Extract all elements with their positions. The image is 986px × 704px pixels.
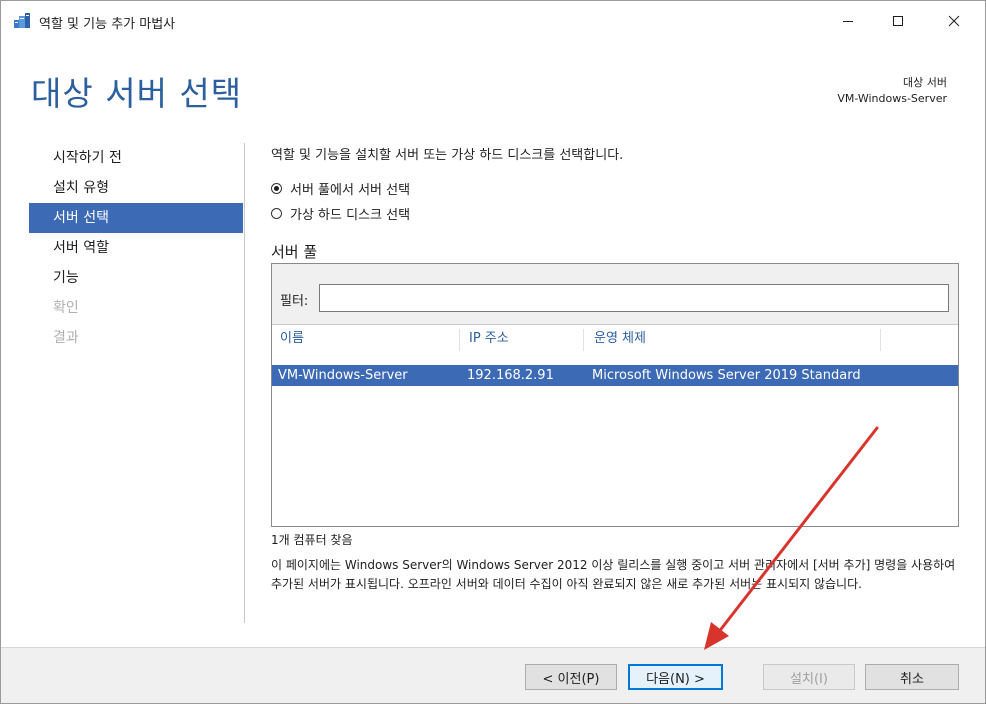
column-separator[interactable] [583,329,584,351]
next-button[interactable]: 다음(N) > [628,664,723,690]
computers-found-count: 1개 컴퓨터 찾음 [271,533,353,547]
radio-server-pool[interactable]: 서버 풀에서 서버 선택 [271,179,410,198]
title-bar: 역할 및 기능 추가 마법사 [1,1,985,41]
nav-item-confirmation: 확인 [53,300,79,316]
table-row[interactable]: VM-Windows-Server 192.168.2.91 Microsoft… [272,365,958,386]
radio-button-unchecked[interactable] [271,208,282,219]
column-header: 이름 IP 주소 운영 체제 [272,325,958,353]
filter-bar: 필터: [272,264,958,325]
maximize-icon [893,16,903,26]
cell-server-name: VM-Windows-Server [278,368,408,383]
maximize-button[interactable] [875,1,921,41]
nav-item-results: 결과 [53,330,79,346]
column-separator[interactable] [459,329,460,351]
cell-operating-system: Microsoft Windows Server 2019 Standard [592,368,861,383]
previous-button[interactable]: < 이전(P) [525,664,617,690]
button-bar: < 이전(P) 다음(N) > 설치(I) 취소 [1,647,985,703]
nav-item-server-roles[interactable]: 서버 역할 [29,233,243,263]
nav-item-features[interactable]: 기능 [29,263,243,293]
column-header-os[interactable]: 운영 체제 [586,325,646,353]
cell-ip-address: 192.168.2.91 [467,368,554,383]
nav-item-installation-type[interactable]: 설치 유형 [29,173,243,203]
radio-virtual-hard-disk[interactable]: 가상 하드 디스크 선택 [271,204,410,223]
column-separator[interactable] [880,329,881,351]
close-icon [948,15,960,27]
filter-label: 필터: [280,294,309,309]
minimize-icon [843,21,853,22]
server-manager-icon [13,12,31,29]
radio-vhd-label: 가상 하드 디스크 선택 [290,208,411,223]
install-button: 설치(I) [763,664,855,690]
server-pool-title: 서버 풀 [271,243,318,261]
page-title: 대상 서버 선택 [31,74,243,113]
cancel-button[interactable]: 취소 [865,664,959,690]
wizard-window: 역할 및 기능 추가 마법사 대상 서버 선택 대상 서버 VM-Windows… [0,0,986,704]
filter-input[interactable] [319,284,949,312]
page-description: 역할 및 기능을 설치할 서버 또는 가상 하드 디스크를 선택합니다. [271,148,624,163]
column-header-ip[interactable]: IP 주소 [461,325,509,353]
radio-button-checked[interactable] [271,183,282,194]
window-title: 역할 및 기능 추가 마법사 [39,17,176,32]
minimize-button[interactable] [825,1,871,41]
nav-item-before-you-begin[interactable]: 시작하기 전 [29,143,243,173]
destination-server-label: 대상 서버 [903,76,947,89]
nav-divider [244,143,245,623]
destination-server-value: VM-Windows-Server [837,92,947,105]
close-button[interactable] [931,1,977,41]
column-header-name[interactable]: 이름 [272,325,304,353]
server-pool-panel: 필터: 이름 IP 주소 운영 체제 VM-Windows-Server 192… [271,263,959,527]
nav-item-server-selection[interactable]: 서버 선택 [29,203,243,233]
wizard-nav: 시작하기 전 설치 유형 서버 선택 서버 역할 기능 확인 결과 [29,143,243,353]
radio-server-pool-label: 서버 풀에서 서버 선택 [290,183,411,198]
info-text: 이 페이지에는 Windows Server의 Windows Server 2… [271,558,956,591]
